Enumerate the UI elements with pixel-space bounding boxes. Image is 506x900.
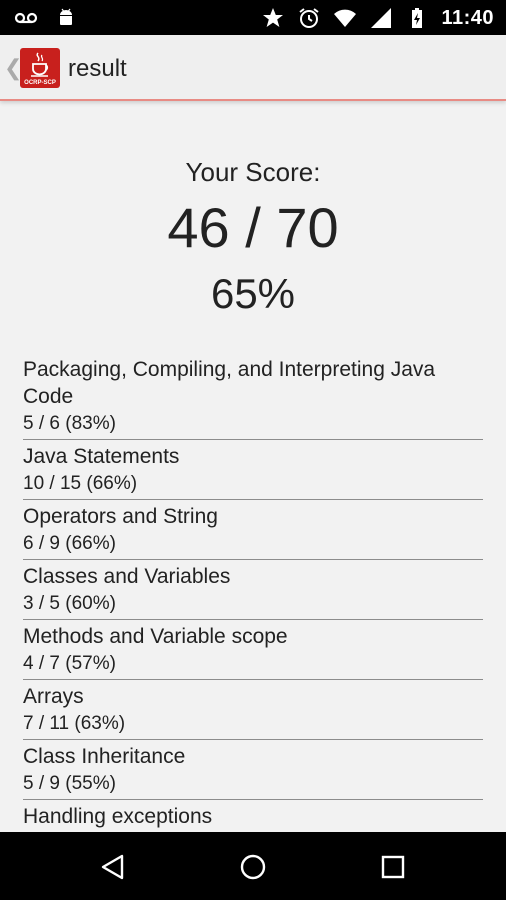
list-item: Packaging, Compiling, and Interpreting J… xyxy=(23,356,483,440)
category-title: Packaging, Compiling, and Interpreting J… xyxy=(23,358,436,408)
status-bar: 11:40 xyxy=(0,0,506,35)
list-item: Operators and String 6 / 9 (66%) xyxy=(23,503,483,560)
category-score: 7 / 11 (63%) xyxy=(23,713,126,734)
category-score: 5 / 9 (55%) xyxy=(23,773,116,794)
category-title: Class Inheritance xyxy=(23,745,186,768)
category-title: Java Statements xyxy=(23,445,180,468)
list-item: Class Inheritance 5 / 9 (55%) xyxy=(23,743,483,800)
category-score: 5 / 6 (83%) xyxy=(23,413,116,434)
wifi-icon xyxy=(334,9,357,27)
recents-icon[interactable] xyxy=(378,852,408,882)
category-title: Classes and Variables xyxy=(23,565,231,588)
category-title: Methods and Variable scope xyxy=(23,625,288,648)
score-label: Your Score: xyxy=(185,157,321,187)
list-item: Handling exceptions xyxy=(23,803,483,832)
voicemail-icon xyxy=(14,12,38,24)
star-icon xyxy=(263,8,284,27)
screen-title: result xyxy=(68,55,127,82)
score-value: 46 / 70 xyxy=(167,196,339,259)
app-logo[interactable]: OCRP-SCP xyxy=(20,48,60,88)
android-icon xyxy=(60,8,72,25)
category-score: 6 / 9 (66%) xyxy=(23,533,116,554)
signal-icon xyxy=(371,8,392,28)
back-icon[interactable] xyxy=(98,852,128,882)
list-item: Methods and Variable scope 4 / 7 (57%) xyxy=(23,623,483,680)
logo-text: OCRP-SCP xyxy=(24,80,56,86)
category-title: Handling exceptions xyxy=(23,805,213,828)
list-item: Arrays 7 / 11 (63%) xyxy=(23,683,483,740)
clock: 11:40 xyxy=(441,6,494,29)
navigation-bar xyxy=(0,832,506,900)
battery-charging-icon xyxy=(412,8,423,28)
category-title: Operators and String xyxy=(23,505,218,528)
category-score: 4 / 7 (57%) xyxy=(23,653,116,674)
score-percent: 65% xyxy=(210,270,296,317)
action-bar: ❮ OCRP-SCP result xyxy=(0,35,506,101)
java-cup-icon xyxy=(31,52,49,77)
category-score: 10 / 15 (66%) xyxy=(23,473,138,494)
list-item: Classes and Variables 3 / 5 (60%) xyxy=(23,563,483,620)
list-item: Java Statements 10 / 15 (66%) xyxy=(23,443,483,500)
category-score: 3 / 5 (60%) xyxy=(23,593,116,614)
category-results-list[interactable]: Packaging, Compiling, and Interpreting J… xyxy=(23,356,483,832)
home-icon[interactable] xyxy=(238,852,268,882)
category-title: Arrays xyxy=(23,685,84,708)
alarm-icon xyxy=(299,8,320,28)
